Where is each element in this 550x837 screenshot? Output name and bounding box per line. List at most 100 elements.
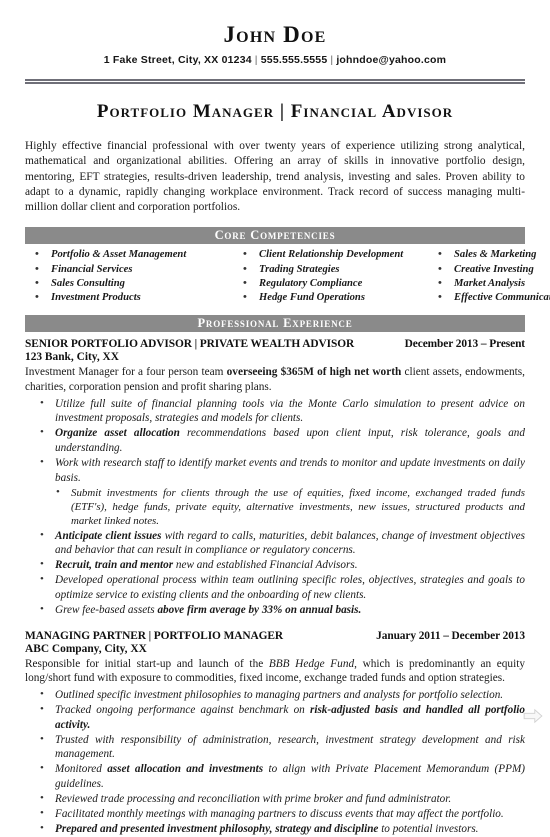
competency-item: • Financial Services [29, 263, 237, 277]
experience-header: SENIOR PORTFOLIO ADVISOR | PRIVATE WEALT… [25, 338, 525, 350]
competency-item: • Sales Consulting [29, 277, 237, 291]
job-bullet: Grew fee-based assets above firm average… [25, 602, 525, 618]
competency-label: Sales & Marketing [454, 249, 537, 261]
contact-phone: 555.555.5555 [260, 54, 328, 67]
bullet-icon: • [438, 290, 442, 303]
job-description-pre: Investment Manager for a four person tea… [25, 366, 227, 379]
job-bullet: Monitored asset allocation and investmen… [25, 761, 525, 791]
contact-address: 1 Fake Street, City, XX 01234 [103, 54, 252, 67]
competency-label: Hedge Fund Operations [259, 291, 365, 303]
competency-label: Creative Investing [454, 263, 534, 275]
job-description-highlight: overseeing $365M of high net worth [226, 366, 402, 379]
contact-separator-2: | [330, 54, 334, 67]
job-company: ABC Company, City, XX [25, 642, 147, 655]
competency-item: • Hedge Fund Operations [237, 291, 432, 305]
competency-label: Trading Strategies [259, 263, 340, 275]
competency-item: • Client Relationship Development [237, 248, 432, 262]
competency-item: • Creative Investing [432, 263, 550, 277]
competency-column-1: • Portfolio & Asset Management • Financial… [29, 248, 237, 304]
job-bullet: Facilitated monthly meetings with managi… [25, 806, 525, 822]
bullet-icon: • [243, 276, 247, 289]
bullet-icon: • [35, 276, 39, 289]
bullet-highlight: Anticipate client issues [55, 529, 162, 542]
bullet-icon: • [243, 290, 247, 303]
section-header-core-competencies: Core Competencies [25, 227, 525, 245]
bullet-icon: • [35, 290, 39, 303]
competency-column-3: • Sales & Marketing • Creative Investing •… [432, 248, 550, 304]
contact-email[interactable]: johndoe@yahoo.com [336, 54, 446, 66]
bullet-highlight: Organize asset allocation [55, 427, 180, 440]
competency-item: • Trading Strategies [237, 263, 432, 277]
bullet-text: Facilitated monthly meetings with managi… [55, 808, 504, 821]
headline-title: Portfolio Manager | Financial Advisor [96, 101, 454, 123]
bullet-text: Monitored [55, 763, 108, 776]
job-description: Investment Manager for a four person tea… [25, 365, 525, 394]
job-dates: January 2011 – December 2013 [376, 629, 525, 642]
bullet-text: Submit investments for clients through t… [71, 486, 525, 527]
bullet-text: Outlined specific investment philosophie… [55, 689, 504, 702]
bullet-icon: • [438, 262, 442, 275]
contact-separator-1: | [254, 54, 258, 67]
job-bullet-list: Utilize full suite of financial planning… [25, 396, 525, 618]
job-bullet: Outlined specific investment philosophie… [25, 687, 525, 703]
bullet-text: Reviewed trade processing and reconcilia… [55, 793, 452, 806]
job-title: SENIOR PORTFOLIO ADVISOR | PRIVATE WEALT… [25, 338, 355, 351]
bullet-text: Grew fee-based assets [55, 603, 158, 616]
job-bullet: Prepared and presented investment philos… [25, 821, 525, 837]
bullet-text: Tracked ongoing performance against benc… [55, 704, 310, 717]
experience-entry: SENIOR PORTFOLIO ADVISOR | PRIVATE WEALT… [25, 338, 525, 617]
resume-page: John Doe 1 Fake Street, City, XX 01234 | 5… [0, 22, 550, 835]
header-divider [25, 79, 525, 85]
job-bullet-list: Outlined specific investment philosophie… [25, 687, 525, 837]
bullet-text: Trusted with responsibility of administr… [55, 733, 525, 761]
core-competencies-list: • Portfolio & Asset Management • Financial… [25, 248, 550, 304]
job-bullet: Work with research staff to identify mar… [25, 455, 525, 485]
bullet-highlight: asset allocation and investments [107, 763, 264, 776]
bullet-highlight: above firm average by 33% on annual basi… [157, 603, 362, 616]
competency-column-2: • Client Relationship Development • Tradin… [237, 248, 432, 304]
job-bullet: Utilize full suite of financial planning… [25, 396, 525, 426]
competency-item: • Sales & Marketing [432, 248, 550, 262]
competency-item: • Regulatory Compliance [237, 277, 432, 291]
job-bullet: Developed operational process within tea… [25, 572, 525, 602]
competency-label: Market Analysis [454, 277, 526, 289]
job-bullet: Reviewed trade processing and reconcilia… [25, 791, 525, 807]
bullet-highlight: Prepared and presented investment philos… [55, 823, 379, 836]
competency-item: • Market Analysis [432, 277, 550, 291]
bullet-icon: • [243, 262, 247, 275]
experience-entry: MANAGING PARTNER | PORTFOLIO MANAGER Jan… [25, 630, 525, 837]
job-bullet: Anticipate client issues with regard to … [25, 528, 525, 558]
bullet-icon: • [438, 276, 442, 289]
competency-label: Effective Communication [454, 291, 550, 303]
experience-header: MANAGING PARTNER | PORTFOLIO MANAGER Jan… [25, 630, 525, 642]
competency-label: Regulatory Compliance [259, 277, 363, 289]
bullet-text: Utilize full suite of financial planning… [55, 397, 525, 425]
bullet-icon: • [438, 248, 442, 261]
contact-line: 1 Fake Street, City, XX 01234 | 555.555.55… [25, 54, 525, 66]
competency-label: Client Relationship Development [259, 249, 404, 261]
competency-label: Sales Consulting [51, 277, 125, 289]
competency-label: Portfolio & Asset Management [51, 249, 187, 261]
job-title: MANAGING PARTNER | PORTFOLIO MANAGER [25, 629, 283, 642]
job-bullet: Recruit, train and mentor new and establ… [25, 557, 525, 573]
bullet-text: new and established Financial Advisors. [173, 559, 358, 572]
candidate-name: John Doe [223, 22, 327, 47]
job-description-fund-name: BBB Hedge Fund [268, 657, 355, 670]
bullet-text: to potential investors. [378, 823, 479, 836]
job-description: Responsible for initial start-up and lau… [25, 657, 525, 686]
bullet-text: Developed operational process within tea… [55, 574, 525, 601]
cursor-arrow-icon [523, 708, 543, 724]
job-company: 123 Bank, City, XX [25, 351, 119, 364]
job-dates: December 2013 – Present [404, 338, 525, 351]
bullet-icon: • [243, 248, 247, 261]
bullet-icon: • [35, 248, 39, 261]
job-sub-bullet: Submit investments for clients through t… [25, 485, 525, 529]
competency-label: Investment Products [51, 291, 141, 303]
summary-paragraph: Highly effective financial professional … [25, 140, 525, 213]
bullet-icon: • [35, 262, 39, 275]
bullet-highlight: Recruit, train and mentor [55, 559, 174, 572]
competency-item: • Portfolio & Asset Management [29, 248, 237, 262]
job-bullet: Organize asset allocation recommendation… [25, 425, 525, 455]
job-description-pre: Responsible for initial start-up and lau… [25, 657, 269, 670]
bullet-text: Work with research staff to identify mar… [55, 456, 525, 484]
